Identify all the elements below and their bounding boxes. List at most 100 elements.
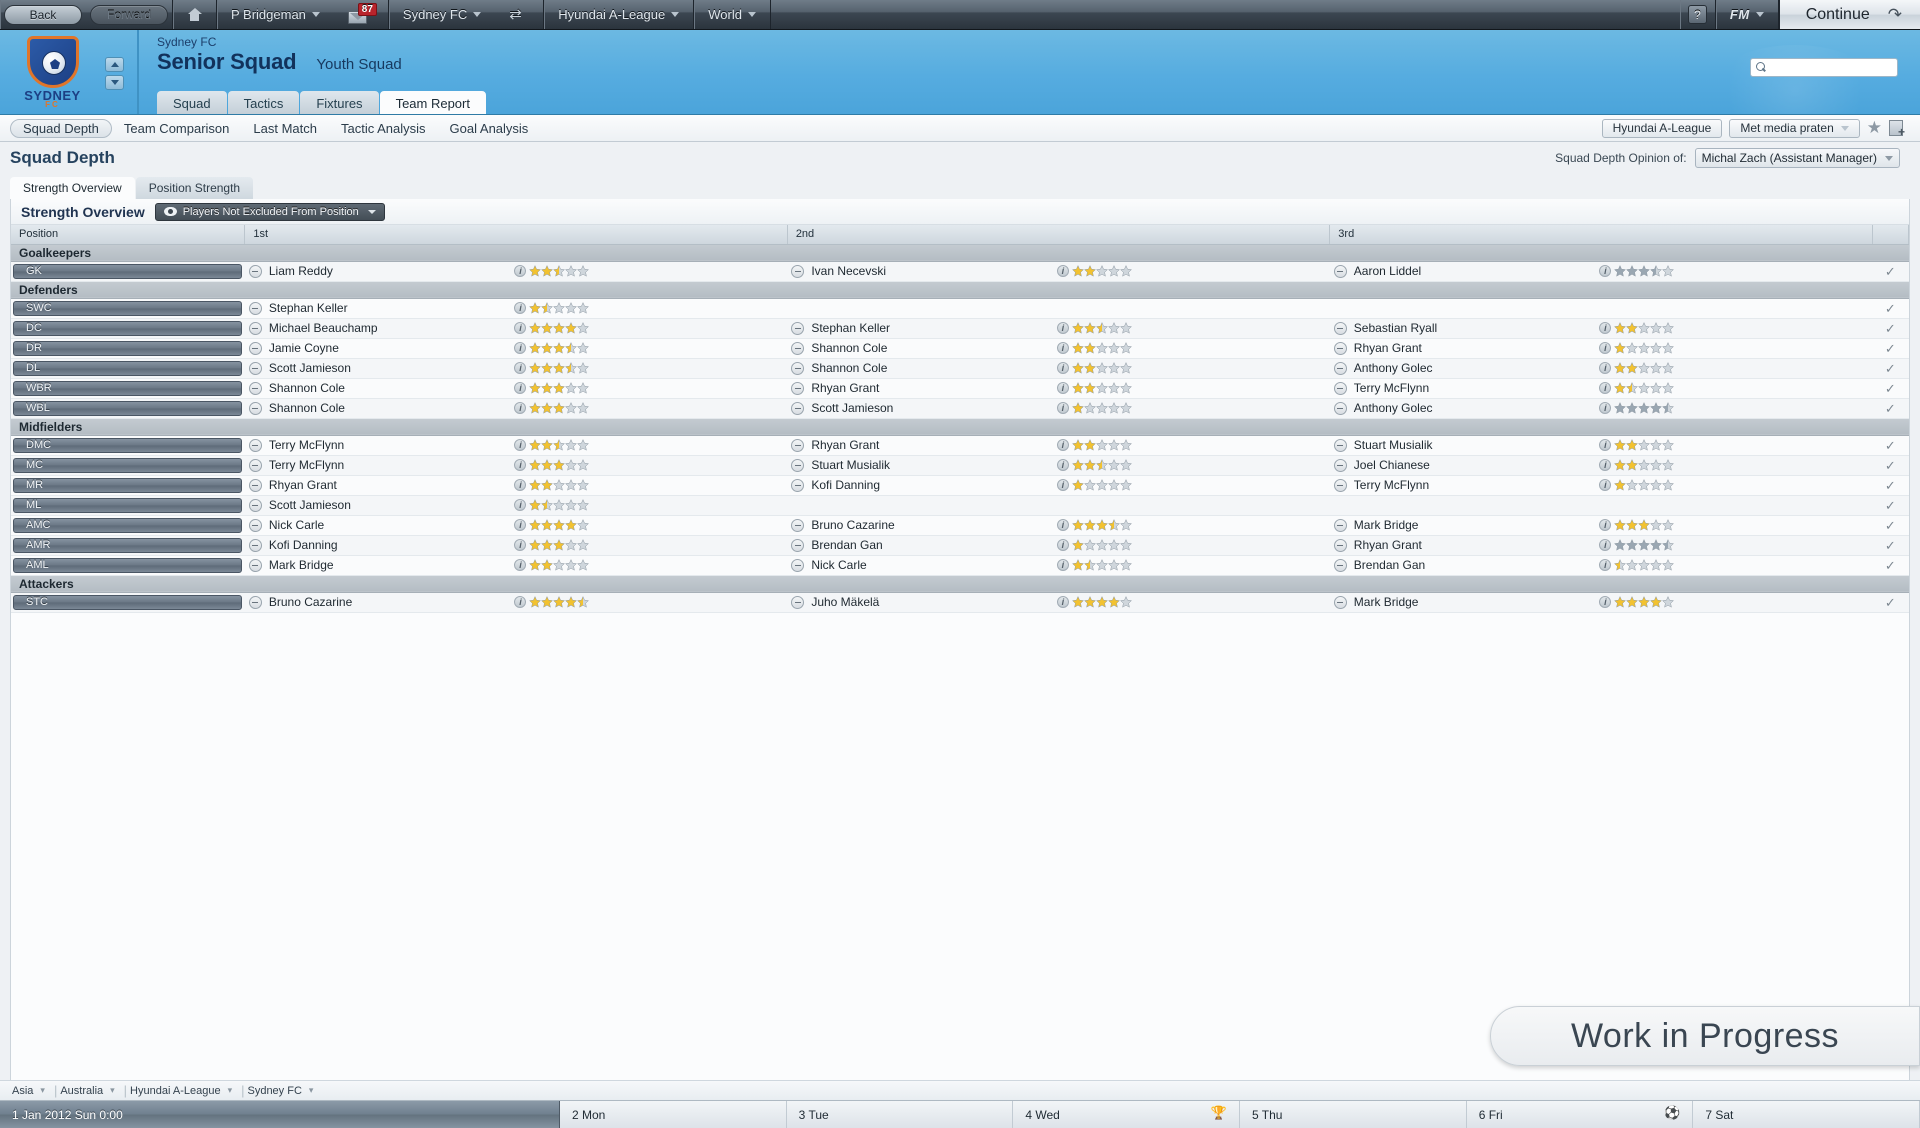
info-icon[interactable]: i: [1599, 342, 1612, 354]
player-name[interactable]: Liam Reddy: [269, 264, 333, 278]
remove-player-icon[interactable]: [1333, 595, 1347, 609]
remove-player-icon[interactable]: [1333, 361, 1347, 375]
player-name[interactable]: Jamie Coyne: [269, 341, 339, 355]
position-badge[interactable]: DL: [13, 360, 242, 376]
info-icon[interactable]: i: [1599, 439, 1612, 451]
position-badge[interactable]: WBL: [13, 400, 242, 416]
remove-player-icon[interactable]: [248, 321, 262, 335]
player-name[interactable]: Kofi Danning: [269, 538, 338, 552]
player-name[interactable]: Stuart Musialik: [1354, 438, 1433, 452]
youth-squad-link[interactable]: Youth Squad: [316, 56, 401, 73]
subnav-item-goal-analysis[interactable]: Goal Analysis: [438, 119, 541, 138]
position-badge[interactable]: AMR: [13, 537, 242, 553]
player-name[interactable]: Terry McFlynn: [269, 458, 344, 472]
breadcrumb-item-asia[interactable]: Asia: [12, 1085, 33, 1097]
date-cell-day-4[interactable]: 4 Wed 🏆: [1013, 1101, 1241, 1128]
player-name[interactable]: Nick Carle: [811, 558, 866, 572]
info-icon[interactable]: i: [1056, 439, 1069, 451]
date-cell-day-7[interactable]: 7 Sat: [1693, 1101, 1920, 1128]
player-name[interactable]: Ivan Necevski: [811, 264, 886, 278]
date-cell-day-5[interactable]: 5 Thu: [1240, 1101, 1467, 1128]
player-name[interactable]: Shannon Cole: [269, 381, 345, 395]
forward-button[interactable]: Forward: [90, 4, 168, 25]
remove-player-icon[interactable]: [791, 558, 805, 572]
remove-player-icon[interactable]: [1333, 458, 1347, 472]
position-badge[interactable]: AML: [13, 557, 242, 573]
info-icon[interactable]: i: [514, 539, 527, 551]
info-icon[interactable]: i: [1599, 402, 1612, 414]
remove-player-icon[interactable]: [248, 264, 262, 278]
date-cell-today[interactable]: 1 Jan 2012 Sun 0:00: [0, 1101, 560, 1128]
info-icon[interactable]: i: [514, 459, 527, 471]
tab-position-strength[interactable]: Position Strength: [135, 177, 254, 199]
info-icon[interactable]: i: [1056, 265, 1069, 277]
check-icon[interactable]: ✓: [1885, 478, 1896, 493]
column-header-first[interactable]: 1st: [244, 225, 788, 245]
player-name[interactable]: Mark Bridge: [269, 558, 334, 572]
player-name[interactable]: Shannon Cole: [811, 361, 887, 375]
date-cell-day-3[interactable]: 3 Tue: [787, 1101, 1014, 1128]
world-menu[interactable]: World: [694, 0, 770, 29]
info-icon[interactable]: i: [1599, 596, 1612, 608]
remove-player-icon[interactable]: [248, 478, 262, 492]
remove-player-icon[interactable]: [791, 341, 805, 355]
player-name[interactable]: Terry McFlynn: [269, 438, 344, 452]
player-name[interactable]: Aaron Liddel: [1354, 264, 1421, 278]
info-icon[interactable]: i: [514, 302, 527, 314]
breadcrumb-item-club[interactable]: Sydney FC: [247, 1085, 301, 1097]
position-badge[interactable]: DR: [13, 340, 242, 356]
search-input[interactable]: [1770, 61, 1892, 74]
player-name[interactable]: Rhyan Grant: [811, 381, 879, 395]
date-cell-day-6[interactable]: 6 Fri ⚽: [1467, 1101, 1694, 1128]
remove-player-icon[interactable]: [248, 361, 262, 375]
competition-menu[interactable]: Hyundai A-League: [544, 0, 693, 29]
info-icon[interactable]: i: [1599, 479, 1612, 491]
player-name[interactable]: Rhyan Grant: [1354, 341, 1422, 355]
player-name[interactable]: Kofi Danning: [811, 478, 880, 492]
info-icon[interactable]: i: [514, 499, 527, 511]
remove-player-icon[interactable]: [791, 264, 805, 278]
breadcrumb-item-league[interactable]: Hyundai A-League: [130, 1085, 221, 1097]
info-icon[interactable]: i: [1056, 519, 1069, 531]
remove-player-icon[interactable]: [248, 438, 262, 452]
remove-player-icon[interactable]: [791, 478, 805, 492]
check-icon[interactable]: ✓: [1885, 381, 1896, 396]
remove-player-icon[interactable]: [791, 381, 805, 395]
position-badge[interactable]: AMC: [13, 517, 242, 533]
header-search[interactable]: [1750, 58, 1898, 77]
remove-player-icon[interactable]: [248, 518, 262, 532]
remove-player-icon[interactable]: [248, 301, 262, 315]
info-icon[interactable]: i: [514, 362, 527, 374]
player-name[interactable]: Stuart Musialik: [811, 458, 890, 472]
position-badge[interactable]: GK: [13, 263, 242, 279]
info-icon[interactable]: i: [1056, 479, 1069, 491]
player-name[interactable]: Rhyan Grant: [269, 478, 337, 492]
remove-player-icon[interactable]: [791, 438, 805, 452]
player-name[interactable]: Mark Bridge: [1354, 595, 1419, 609]
player-name[interactable]: Brendan Gan: [811, 538, 882, 552]
remove-player-icon[interactable]: [791, 595, 805, 609]
remove-player-icon[interactable]: [791, 361, 805, 375]
remove-player-icon[interactable]: [1333, 321, 1347, 335]
tab-squad[interactable]: Squad: [157, 91, 227, 114]
player-name[interactable]: Mark Bridge: [1354, 518, 1419, 532]
player-name[interactable]: Nick Carle: [269, 518, 324, 532]
check-icon[interactable]: ✓: [1885, 498, 1896, 513]
player-name[interactable]: Scott Jamieson: [811, 401, 893, 415]
column-header-second[interactable]: 2nd: [787, 225, 1331, 245]
home-button[interactable]: [173, 0, 216, 29]
remove-player-icon[interactable]: [791, 518, 805, 532]
info-icon[interactable]: i: [1599, 362, 1612, 374]
position-badge[interactable]: MC: [13, 457, 242, 473]
opinion-select[interactable]: Michal Zach (Assistant Manager): [1694, 148, 1900, 168]
remove-player-icon[interactable]: [791, 458, 805, 472]
remove-player-icon[interactable]: [1333, 538, 1347, 552]
player-name[interactable]: Brendan Gan: [1354, 558, 1425, 572]
info-icon[interactable]: i: [1056, 342, 1069, 354]
info-icon[interactable]: i: [514, 439, 527, 451]
manager-menu[interactable]: P Bridgeman: [217, 0, 334, 29]
remove-player-icon[interactable]: [791, 401, 805, 415]
tab-strength-overview[interactable]: Strength Overview: [10, 177, 135, 199]
info-icon[interactable]: i: [1599, 382, 1612, 394]
info-icon[interactable]: i: [1056, 596, 1069, 608]
